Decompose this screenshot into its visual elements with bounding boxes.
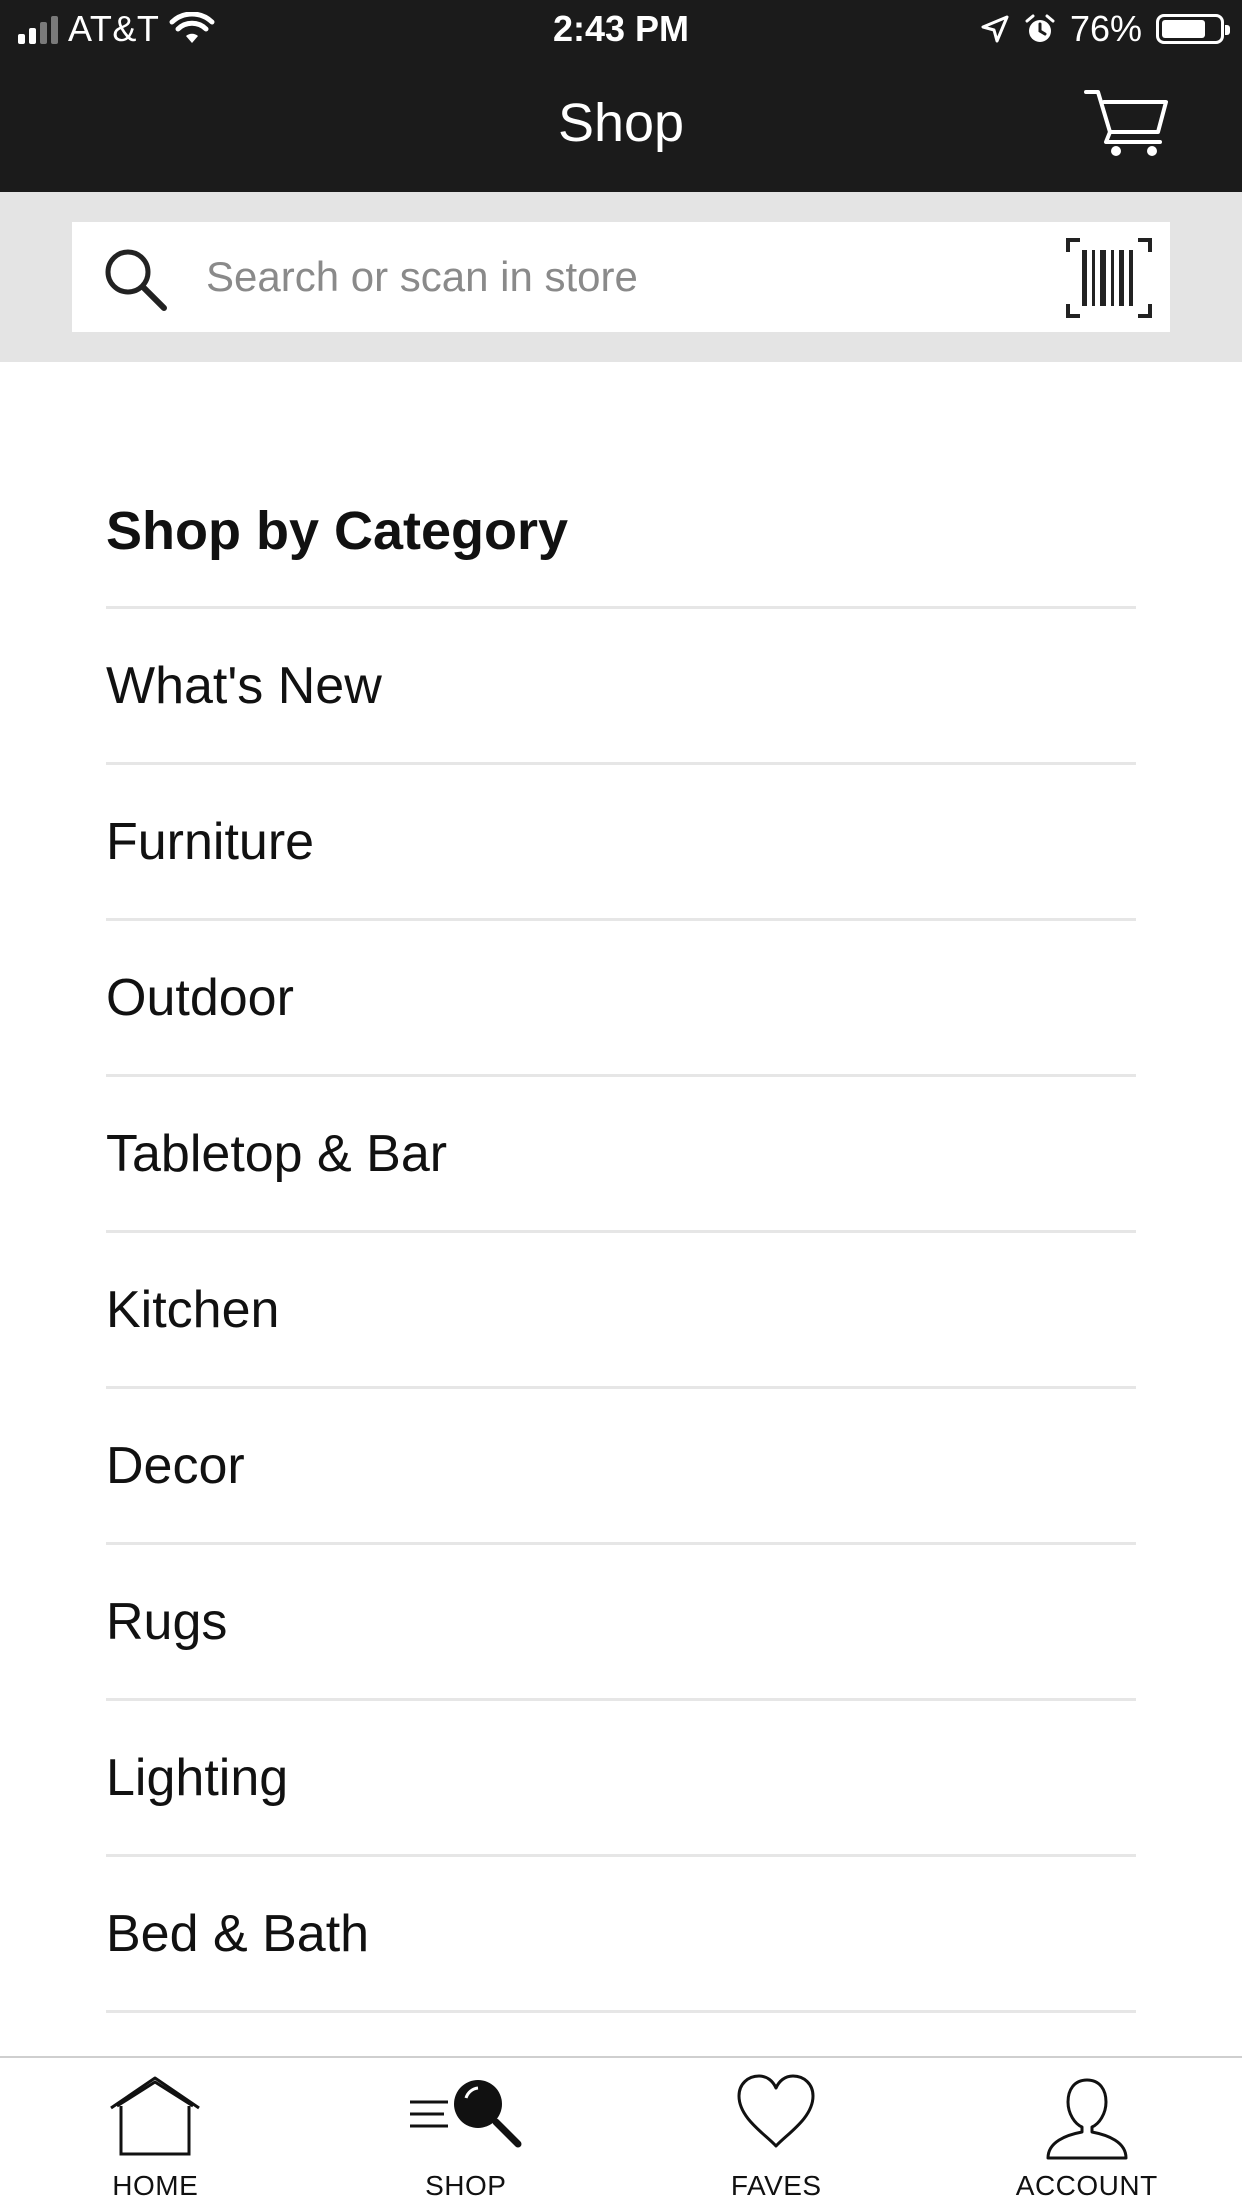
category-item-lighting[interactable]: Lighting xyxy=(106,1701,1136,1857)
tab-shop[interactable]: SHOP xyxy=(311,2058,622,2208)
heart-icon xyxy=(737,2074,815,2148)
category-list: What's New Furniture Outdoor Tabletop & … xyxy=(106,606,1136,2013)
section-title: Shop by Category xyxy=(106,501,569,561)
shop-search-icon xyxy=(409,2080,522,2148)
battery-icon xyxy=(1156,14,1230,44)
tab-label-faves: FAVES xyxy=(730,2170,822,2201)
category-item-bed-bath[interactable]: Bed & Bath xyxy=(106,1857,1136,2013)
user-icon xyxy=(1046,2078,1128,2160)
tab-label-home: HOME xyxy=(112,2170,199,2201)
search-box[interactable] xyxy=(72,222,1170,332)
search-bar-container xyxy=(0,192,1242,362)
status-bar: AT&T 2:43 PM 76% xyxy=(0,0,1242,60)
search-input[interactable] xyxy=(206,222,1086,332)
tab-home[interactable]: HOME xyxy=(0,2058,311,2208)
category-item-kitchen[interactable]: Kitchen xyxy=(106,1233,1136,1389)
category-item-decor[interactable]: Decor xyxy=(106,1389,1136,1545)
location-arrow-icon xyxy=(981,15,1009,43)
home-icon xyxy=(110,2076,201,2156)
battery-percent: 76% xyxy=(1069,8,1142,49)
alarm-icon xyxy=(1025,14,1055,42)
top-bar: AT&T 2:43 PM 76% Shop xyxy=(0,0,1242,192)
scan-button[interactable] xyxy=(1064,236,1154,320)
status-right: 76% xyxy=(980,8,1230,50)
tab-account[interactable]: ACCOUNT xyxy=(932,2058,1242,2208)
tab-label-shop: SHOP xyxy=(425,2170,507,2201)
search-icon xyxy=(105,249,167,311)
tab-bar: HOME SHOP FAVES ACCOUNT xyxy=(0,2056,1242,2208)
tab-faves[interactable]: FAVES xyxy=(621,2058,932,2208)
category-item-furniture[interactable]: Furniture xyxy=(106,765,1136,921)
category-item-outdoor[interactable]: Outdoor xyxy=(106,921,1136,1077)
category-item-rugs[interactable]: Rugs xyxy=(106,1545,1136,1701)
category-item-whats-new[interactable]: What's New xyxy=(106,609,1136,765)
battery-level xyxy=(1162,20,1205,38)
category-item-tabletop-bar[interactable]: Tabletop & Bar xyxy=(106,1077,1136,1233)
cart-button[interactable] xyxy=(1084,86,1170,158)
barcode-icon xyxy=(1066,238,1152,318)
cart-icon xyxy=(1084,90,1168,156)
page-title: Shop xyxy=(557,93,685,153)
shop-screen: AT&T 2:43 PM 76% Shop Search or scan in … xyxy=(0,0,1242,2208)
tab-label-account: ACCOUNT xyxy=(1015,2170,1158,2201)
